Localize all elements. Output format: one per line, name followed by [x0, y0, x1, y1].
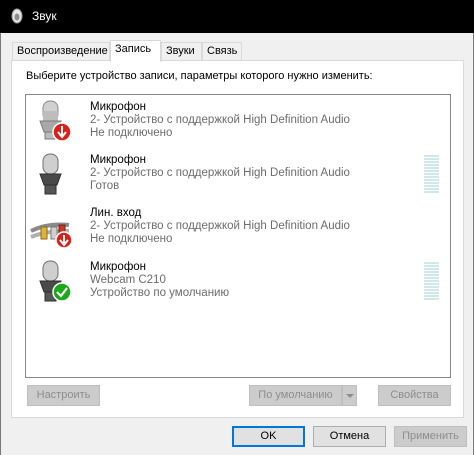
device-row[interactable]: Микрофон 2- Устройство с поддержкой High… [26, 97, 450, 151]
window-title: Звук [32, 9, 57, 23]
device-description: 2- Устройство с поддержкой High Definiti… [90, 167, 350, 179]
tab-playback[interactable]: Воспроизведение [12, 42, 110, 60]
level-meter [424, 155, 439, 194]
sound-dialog: Воспроизведение Запись Звуки Связь Выбер… [0, 33, 474, 455]
device-status: Не подключено [90, 127, 173, 139]
tab-communications[interactable]: Связь [202, 42, 242, 60]
configure-button[interactable]: Настроить [27, 385, 100, 406]
apply-button[interactable]: Применить [394, 426, 467, 447]
device-description: 2- Устройство с поддержкой High Definiti… [90, 220, 350, 232]
device-list[interactable]: Микрофон 2- Устройство с поддержкой High… [25, 94, 451, 378]
tab-sounds[interactable]: Звуки [161, 42, 202, 60]
device-description: 2- Устройство с поддержкой High Definiti… [90, 114, 350, 126]
level-meter [424, 262, 439, 301]
tab-recording[interactable]: Запись [110, 40, 161, 62]
chevron-down-icon [346, 394, 354, 398]
microphone-icon [39, 153, 62, 195]
device-row[interactable]: Лин. вход 2- Устройство с поддержкой Hig… [26, 203, 450, 257]
speaker-app-icon [11, 8, 23, 24]
device-name: Микрофон [90, 261, 147, 273]
device-description: Webcam C210 [90, 274, 166, 286]
device-status: Готов [90, 180, 120, 192]
cancel-button[interactable]: Отмена [313, 426, 386, 447]
device-status: Не подключено [90, 233, 173, 245]
properties-button[interactable]: Свойства [378, 385, 451, 406]
ok-button[interactable]: OK [232, 426, 305, 447]
microphone-default-icon [39, 260, 72, 302]
device-row[interactable]: Микрофон Webcam C210 Устройство по умолч… [26, 257, 450, 311]
device-name: Лин. вход [90, 207, 142, 219]
set-default-button[interactable]: По умолчанию [249, 385, 342, 406]
device-name: Микрофон [90, 101, 147, 113]
device-name: Микрофон [90, 154, 147, 166]
instruction-text: Выберите устройство записи, параметры ко… [26, 70, 373, 82]
recording-panel: Выберите устройство записи, параметры ко… [11, 60, 464, 418]
set-default-dropdown[interactable] [342, 385, 357, 406]
title-bar: Звук [0, 0, 474, 33]
device-status: Устройство по умолчанию [90, 287, 230, 299]
device-row[interactable]: Микрофон 2- Устройство с поддержкой High… [26, 150, 450, 204]
line-in-disconnected-icon [30, 222, 73, 249]
microphone-disconnected-icon [39, 100, 72, 142]
